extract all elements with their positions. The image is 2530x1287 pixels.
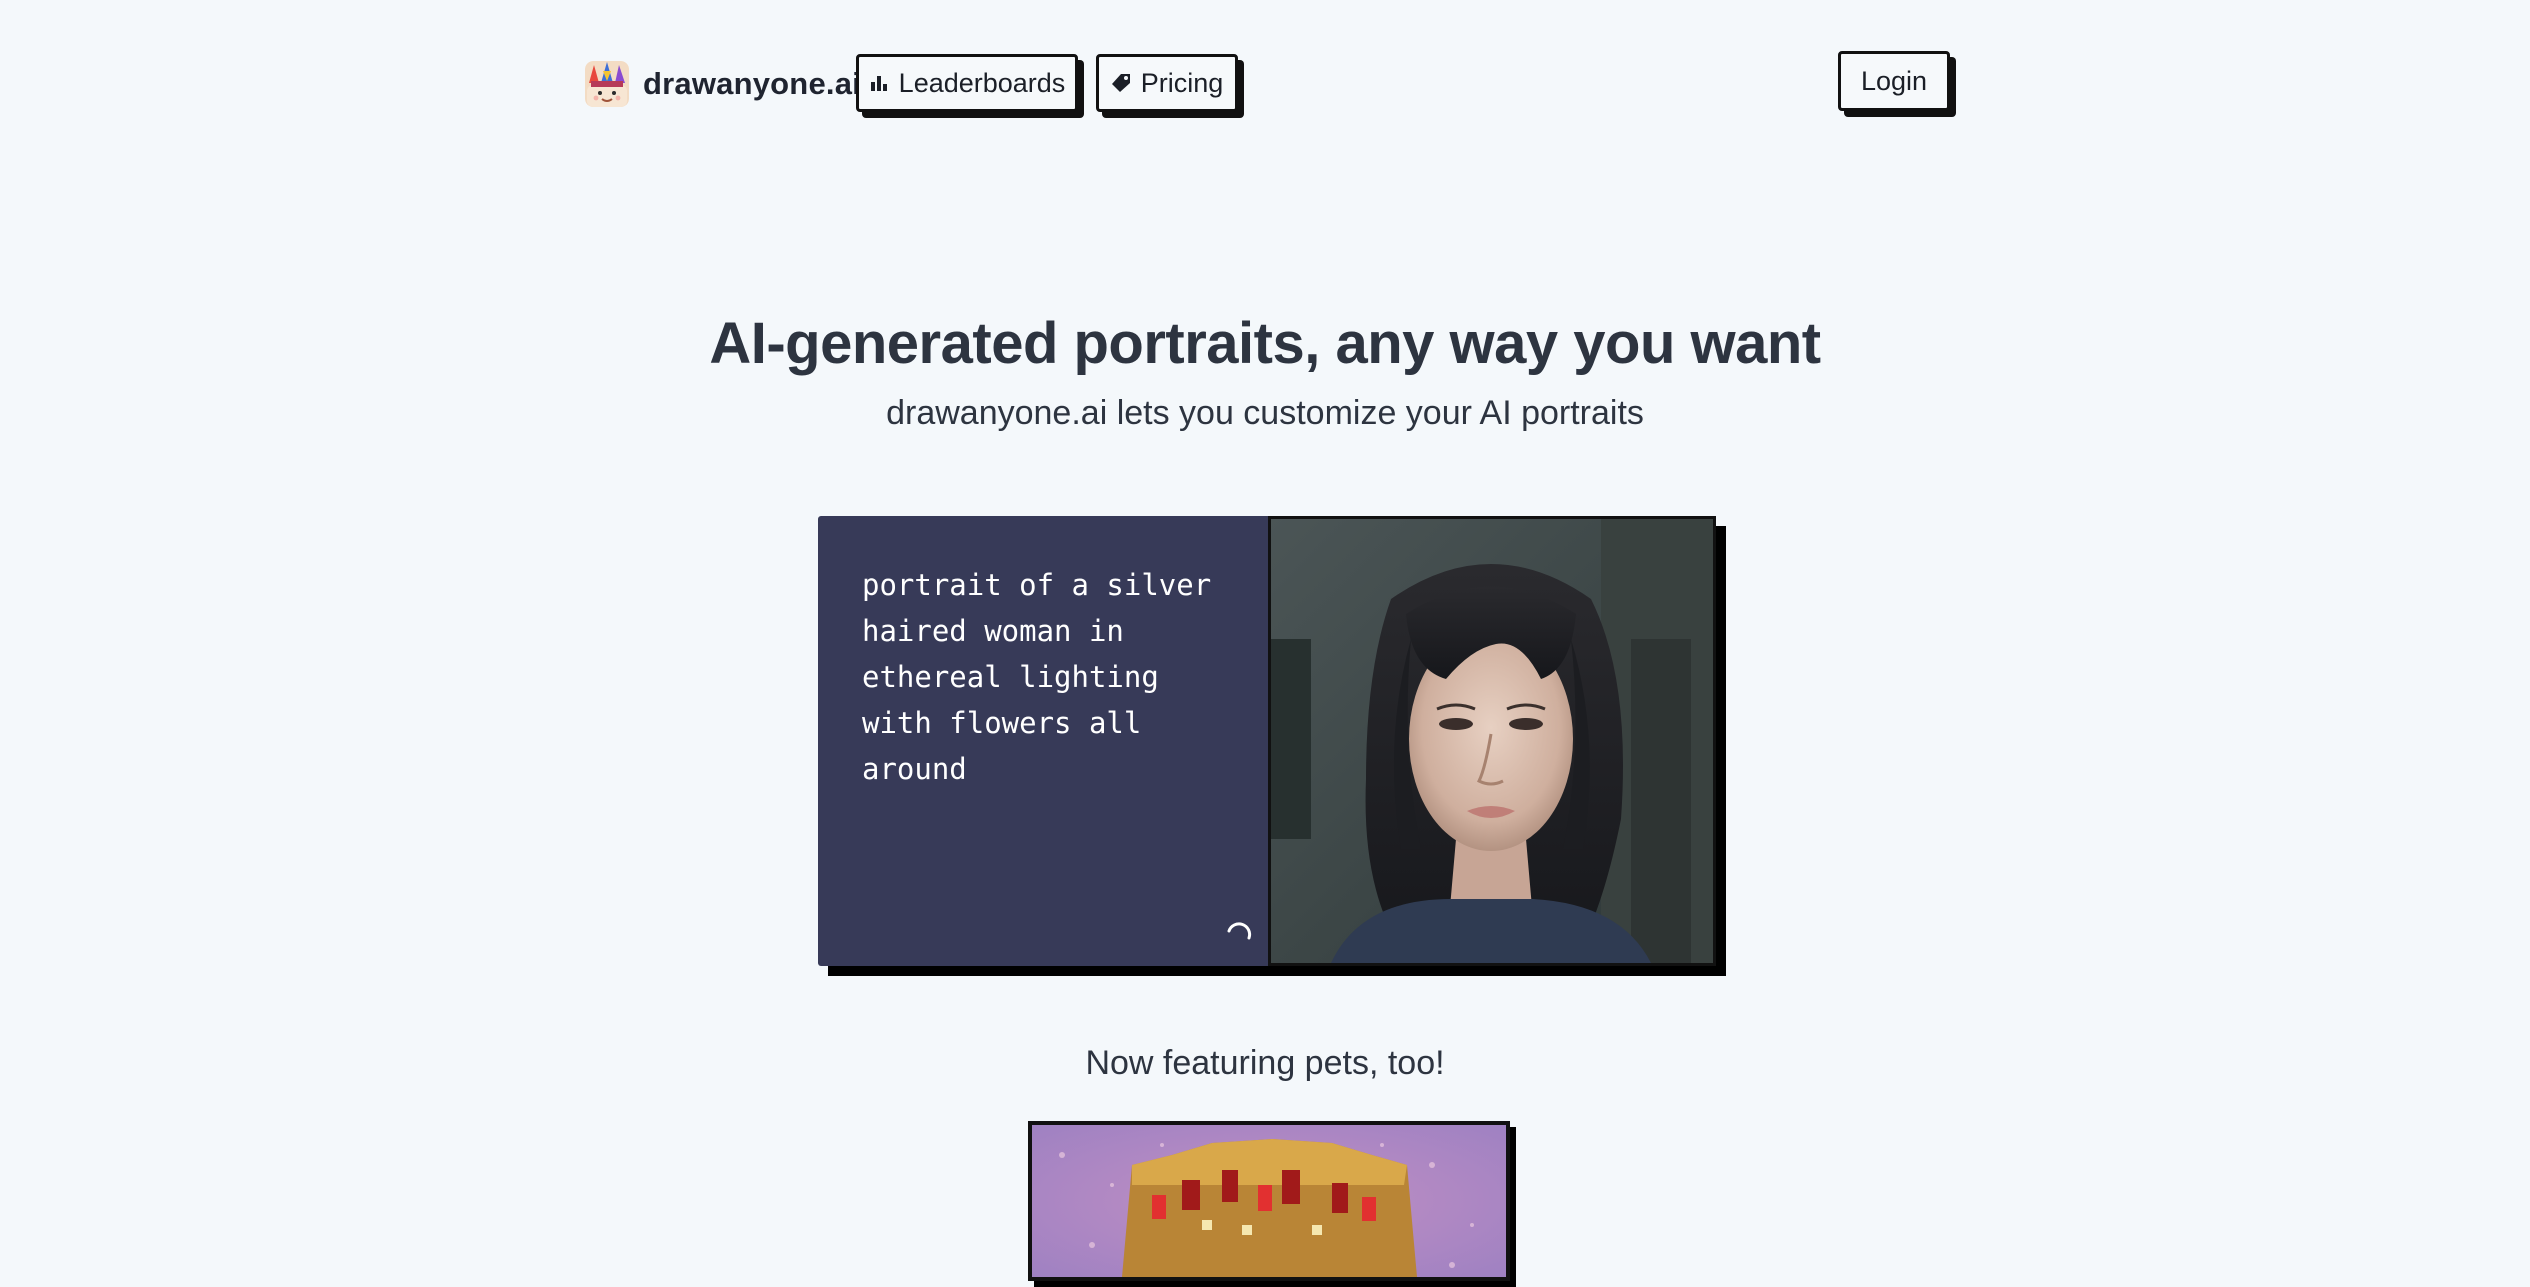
loading-spinner-icon bbox=[1227, 922, 1252, 940]
price-tag-icon bbox=[1111, 73, 1131, 93]
demo-card: portrait of a silver haired woman in eth… bbox=[818, 516, 1716, 966]
hero-title: AI-generated portraits, any way you want bbox=[709, 311, 1821, 376]
pricing-button[interactable]: Pricing bbox=[1096, 54, 1238, 112]
pricing-label: Pricing bbox=[1140, 67, 1224, 98]
leaderboards-button[interactable]: Leaderboards bbox=[856, 54, 1078, 112]
brand[interactable]: drawanyone.ai bbox=[585, 61, 861, 107]
portrait-photo-illustration bbox=[1271, 519, 1713, 963]
portrait-photo bbox=[1268, 516, 1716, 966]
prompt-panel: portrait of a silver haired woman in eth… bbox=[818, 516, 1268, 966]
login-button[interactable]: Login bbox=[1838, 51, 1950, 111]
bar-chart-icon bbox=[869, 73, 889, 93]
brand-name: drawanyone.ai bbox=[643, 66, 861, 101]
pets-heading: Now featuring pets, too! bbox=[1085, 1044, 1445, 1082]
pet-crown-illustration bbox=[1032, 1125, 1506, 1277]
pet-portrait-image bbox=[1028, 1121, 1510, 1281]
login-label: Login bbox=[1860, 65, 1928, 96]
leaderboards-label: Leaderboards bbox=[898, 67, 1066, 98]
hero-subtitle: drawanyone.ai lets you customize your AI… bbox=[886, 394, 1644, 432]
unicorn-face-icon bbox=[585, 61, 629, 107]
prompt-text: portrait of a silver haired woman in eth… bbox=[862, 568, 1212, 786]
